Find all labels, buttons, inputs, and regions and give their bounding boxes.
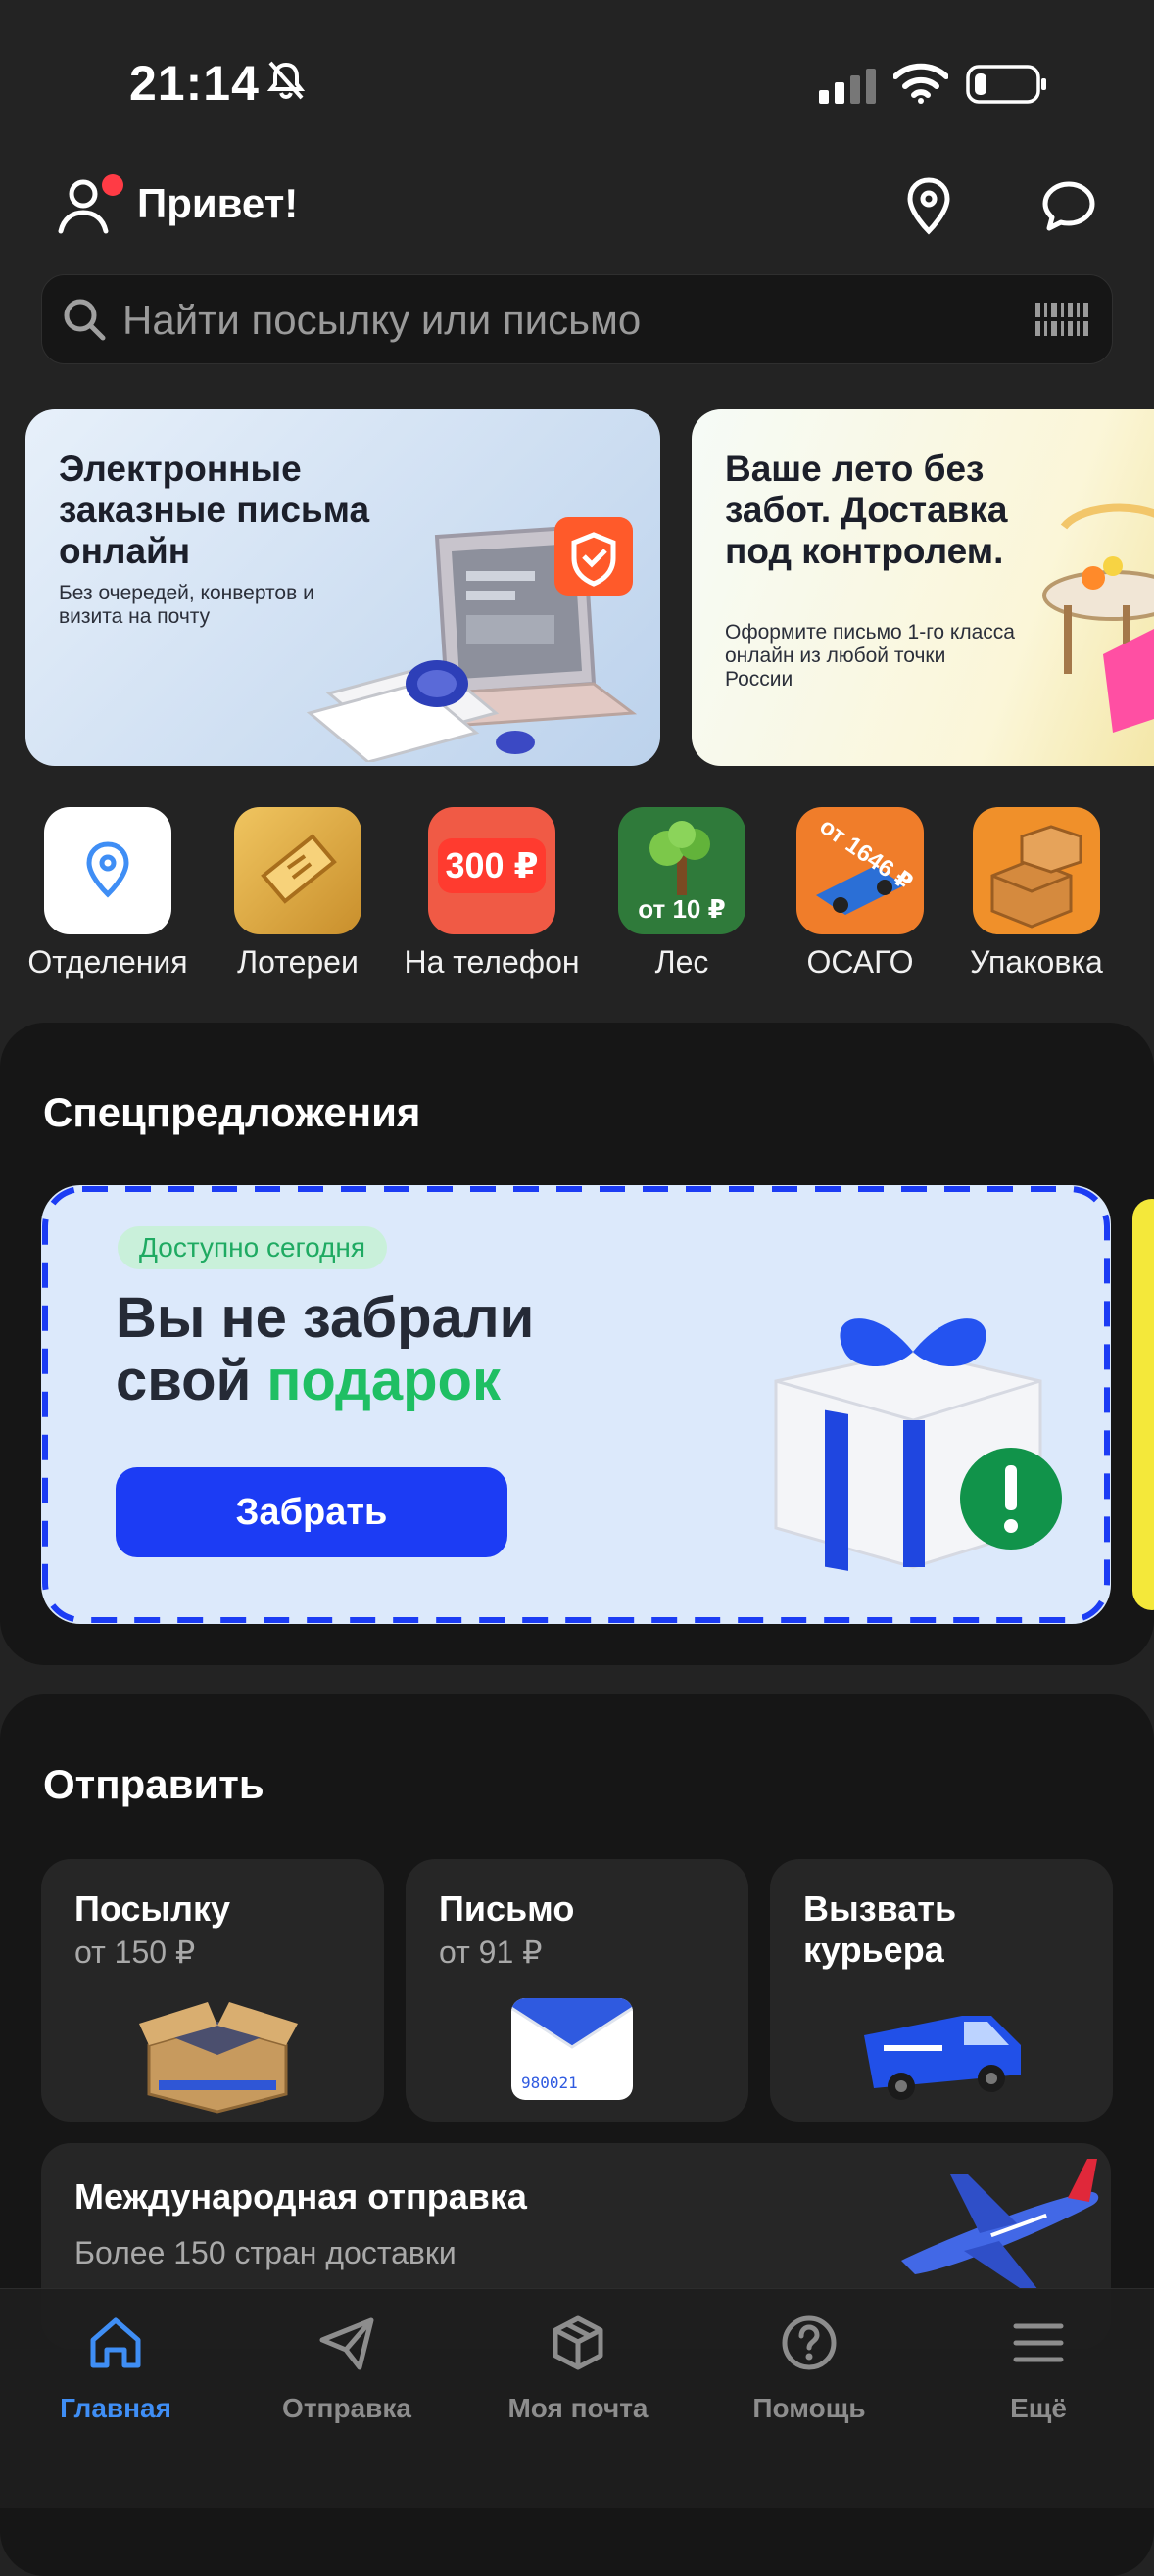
banner-title: Ваше лето без забот. Доставка под контро… [725,449,1008,571]
search-icon [64,299,106,341]
summer-table-illustration [1042,503,1154,733]
help-icon [782,2315,837,2370]
greeting: Привет! [137,180,299,226]
barcode-scan-icon[interactable] [1034,299,1090,340]
nav-send[interactable]: Отправка [231,2313,462,2424]
quick-action-phone-topup[interactable]: 300 ₽ На телефон [404,807,580,980]
quick-action-lottery[interactable]: Лотереи [210,807,386,980]
search-input[interactable]: Найти посылку или письмо [122,297,641,344]
nav-label: Главная [60,2393,171,2423]
nav-label: Отправка [282,2393,411,2423]
promo-title: Вы не забрали свой подарок [116,1287,534,1412]
card-subtitle: Более 150 стран доставки [74,2235,457,2270]
nav-label: Моя почта [507,2393,649,2423]
car-insurance-icon: от 1646 ₽ [796,807,924,934]
card-price: от 150 ₽ [74,1934,196,1970]
home-icon [90,2317,141,2368]
topup-badge: 300 ₽ [438,838,546,893]
menu-icon [1013,2323,1064,2362]
card-title-line2: курьера [803,1930,944,1970]
send-plane-icon [319,2317,374,2370]
nav-label: Ещё [1010,2393,1067,2423]
banner-text: Оформите письмо 1-го класса онлайн из лю… [725,621,1015,691]
box-icon [553,2315,603,2370]
promo-title-prefix: свой [116,1349,267,1412]
chat-icon[interactable] [1040,178,1097,233]
card-title: Вызвать курьера [803,1888,956,1971]
location-pin-icon[interactable] [901,176,956,235]
quick-action-packaging[interactable]: Упаковка [948,807,1125,980]
claim-gift-button[interactable]: Забрать [116,1467,507,1557]
quick-action-label: ОСАГО [806,944,914,979]
status-time: 21:14 [129,56,260,111]
call-courier-card[interactable]: Вызвать курьера [770,1859,1113,2122]
wifi-icon [893,63,948,104]
special-offers-title: Спецпредложения [43,1089,421,1135]
gift-box-illustration [774,1318,1062,1571]
parcel-box-icon [139,2002,298,2114]
card-price: от 91 ₽ [439,1934,543,1970]
nav-more[interactable]: Ещё [923,2313,1154,2424]
quick-action-branches[interactable]: Отделения [20,807,196,980]
nav-help[interactable]: Помощь [694,2313,925,2424]
promo-title-line1: Вы не забрали [116,1286,535,1350]
send-section-title: Отправить [43,1761,264,1807]
laptop-envelopes-illustration [306,517,638,762]
lottery-ticket-icon [234,807,361,934]
envelope-icon: 980021 [511,1998,633,2100]
tree-icon: от 10 ₽ [618,807,745,934]
promo-availability-badge: Доступно сегодня [118,1226,388,1269]
signal-icon [819,69,876,104]
bell-muted-icon [266,61,306,100]
card-title: Письмо [439,1888,575,1929]
forest-price-badge: от 10 ₽ [638,894,726,924]
search-bar[interactable]: Найти посылку или письмо [41,274,1113,364]
next-promo-card-edge[interactable] [1132,1199,1154,1610]
bottom-navigation: Главная Отправка Моя почта Помощь Ещё [0,2288,1154,2508]
phone-topup-icon: 300 ₽ [428,807,555,934]
quick-action-label: На телефон [404,944,580,979]
location-pin-icon [44,807,171,934]
quick-action-label: Лотереи [237,944,359,979]
send-letter-card[interactable]: Письмо от 91 ₽ 980021 [406,1859,748,2122]
promo-title-line2: свой подарок [116,1350,534,1412]
nav-label: Помощь [752,2393,866,2423]
envelope-code: 980021 [521,2074,578,2092]
send-parcel-card[interactable]: Посылку от 150 ₽ [41,1859,384,2122]
quick-action-osago[interactable]: от 1646 ₽ ОСАГО [772,807,948,980]
courier-van-icon [864,2016,1021,2100]
nav-home[interactable]: Главная [0,2313,231,2424]
airplane-icon [901,2159,1099,2290]
banner-registered-letters[interactable]: Электронные заказные письма онлайн Без о… [25,409,660,766]
card-title-line1: Вызвать [803,1888,957,1929]
quick-action-forest[interactable]: от 10 ₽ Лес [594,807,770,980]
promo-title-highlight: подарок [266,1349,502,1412]
quick-action-label: Лес [654,944,709,979]
card-title: Посылку [74,1888,231,1929]
card-title: Международная отправка [74,2176,527,2217]
notification-dot [102,174,123,196]
battery-icon [966,65,1046,104]
nav-my-post[interactable]: Моя почта [462,2313,694,2424]
boxes-icon [973,807,1100,934]
promo-gift-card[interactable]: Доступно сегодня Вы не забрали свой пода… [41,1185,1111,1624]
banner-summer-delivery[interactable]: Ваше лето без забот. Доставка под контро… [692,409,1154,766]
quick-action-label: Отделения [27,944,188,979]
quick-action-label: Упаковка [970,944,1103,979]
